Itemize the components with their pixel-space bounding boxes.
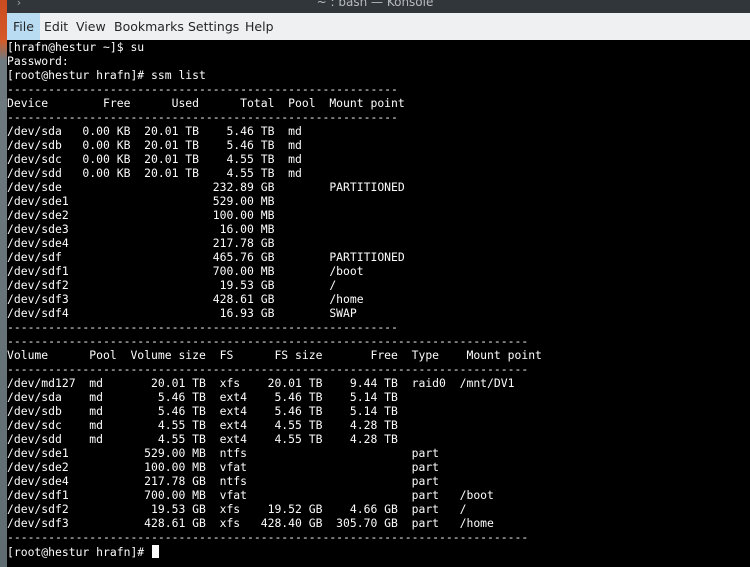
terminal-line: ----------------------------------------… (7, 334, 529, 348)
terminal-line: /dev/sdd 0.00 KB 20.01 TB 4.55 TB md (7, 166, 302, 180)
terminal-line: ----------------------------------------… (7, 320, 398, 334)
menu-edit[interactable]: Edit (38, 13, 74, 40)
terminal-line: /dev/sdf2 19.53 GB / (7, 278, 337, 292)
terminal-line: /dev/sdf1 700.00 MB /boot (7, 264, 364, 278)
menu-bar: File Edit View Bookmarks Settings Help (0, 13, 750, 41)
terminal-line: ----------------------------------------… (7, 362, 529, 376)
menu-help[interactable]: Help (239, 13, 280, 40)
terminal-line: [hrafn@hestur ~]$ su (7, 40, 145, 54)
terminal-line: /dev/sde2 100.00 MB vfat part (7, 460, 440, 474)
terminal-view[interactable]: [hrafn@hestur ~]$ su Password: [root@hes… (7, 40, 750, 567)
terminal-line: /dev/sda md 5.46 TB ext4 5.46 TB 5.14 TB (7, 390, 398, 404)
terminal-line: /dev/md127 md 20.01 TB xfs 20.01 TB 9.44… (7, 376, 515, 390)
terminal-line: Password: (7, 54, 69, 68)
terminal-line: /dev/sde4 217.78 GB (7, 236, 275, 250)
terminal-line: /dev/sde2 100.00 MB (7, 208, 275, 222)
terminal-line: /dev/sdf1 700.00 MB vfat part /boot (7, 488, 494, 502)
terminal-line: Volume Pool Volume size FS FS size Free … (7, 348, 542, 362)
menu-settings[interactable]: Settings (182, 13, 245, 40)
terminal-line: /dev/sdd md 4.55 TB ext4 4.55 TB 4.28 TB (7, 432, 398, 446)
terminal-line: /dev/sde1 529.00 MB ntfs part (7, 446, 440, 460)
terminal-line: /dev/sda 0.00 KB 20.01 TB 5.46 TB md (7, 124, 302, 138)
terminal-line: /dev/sdf 465.76 GB PARTITIONED (7, 250, 405, 264)
menu-file[interactable]: File (7, 13, 40, 40)
terminal-line: /dev/sdc 0.00 KB 20.01 TB 4.55 TB md (7, 152, 302, 166)
menu-bookmarks[interactable]: Bookmarks (108, 13, 190, 40)
title-bar[interactable]: › ~ : bash — Konsole (0, 0, 750, 13)
terminal-line: /dev/sde4 217.78 GB ntfs part (7, 474, 440, 488)
terminal-line: /dev/sdb 0.00 KB 20.01 TB 5.46 TB md (7, 138, 302, 152)
terminal-line: Device Free Used Total Pool Mount point (7, 96, 405, 110)
menu-view[interactable]: View (70, 13, 112, 40)
terminal-line: /dev/sdf2 19.53 GB xfs 19.52 GB 4.66 GB … (7, 502, 467, 516)
terminal-line: /dev/sdb md 5.46 TB ext4 5.46 TB 5.14 TB (7, 404, 398, 418)
terminal-line: /dev/sde3 16.00 MB (7, 222, 275, 236)
terminal-line: ----------------------------------------… (7, 530, 529, 544)
terminal-line: /dev/sde1 529.00 MB (7, 194, 275, 208)
desktop-background-edge (0, 0, 7, 567)
terminal-line: /dev/sdf4 16.93 GB SWAP (7, 306, 357, 320)
prompt-line[interactable]: [root@hestur hrafn]# (7, 545, 160, 559)
terminal-line: [root@hestur hrafn]# ssm list (7, 68, 206, 82)
shell-prompt: [root@hestur hrafn]# (7, 545, 152, 559)
window-title: ~ : bash — Konsole (316, 0, 434, 9)
terminal-line: /dev/sdf3 428.61 GB xfs 428.40 GB 305.70… (7, 516, 494, 530)
terminal-line: /dev/sdf3 428.61 GB /home (7, 292, 364, 306)
terminal-line: /dev/sdc md 4.55 TB ext4 4.55 TB 4.28 TB (7, 418, 398, 432)
terminal-line: ----------------------------------------… (7, 110, 398, 124)
konsole-window: › ~ : bash — Konsole File Edit View Book… (0, 0, 750, 567)
terminal-line: ----------------------------------------… (7, 82, 398, 96)
terminal-line: /dev/sde 232.89 GB PARTITIONED (7, 180, 405, 194)
text-cursor (152, 545, 160, 558)
